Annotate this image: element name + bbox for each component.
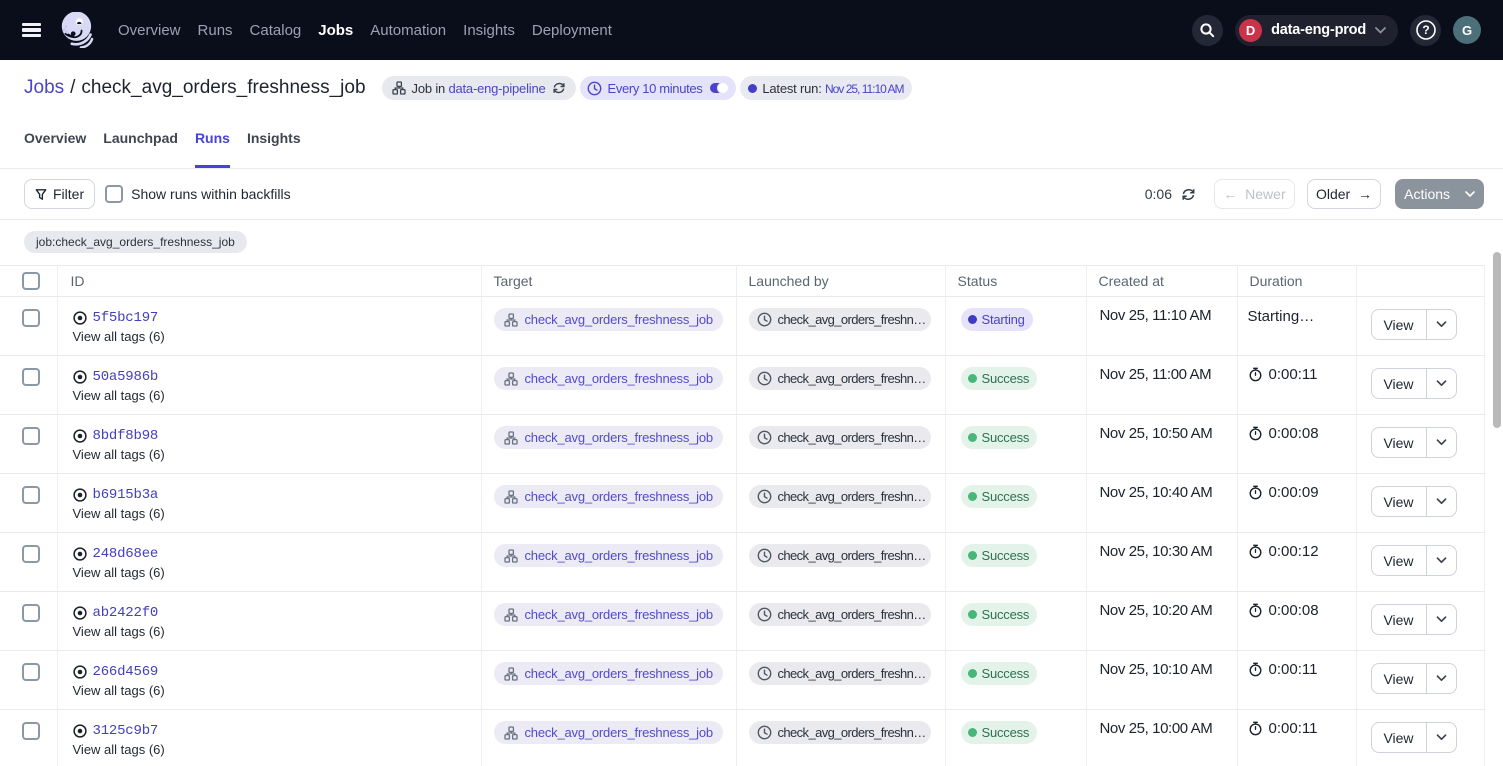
svg-text:?: ? — [1422, 23, 1429, 37]
